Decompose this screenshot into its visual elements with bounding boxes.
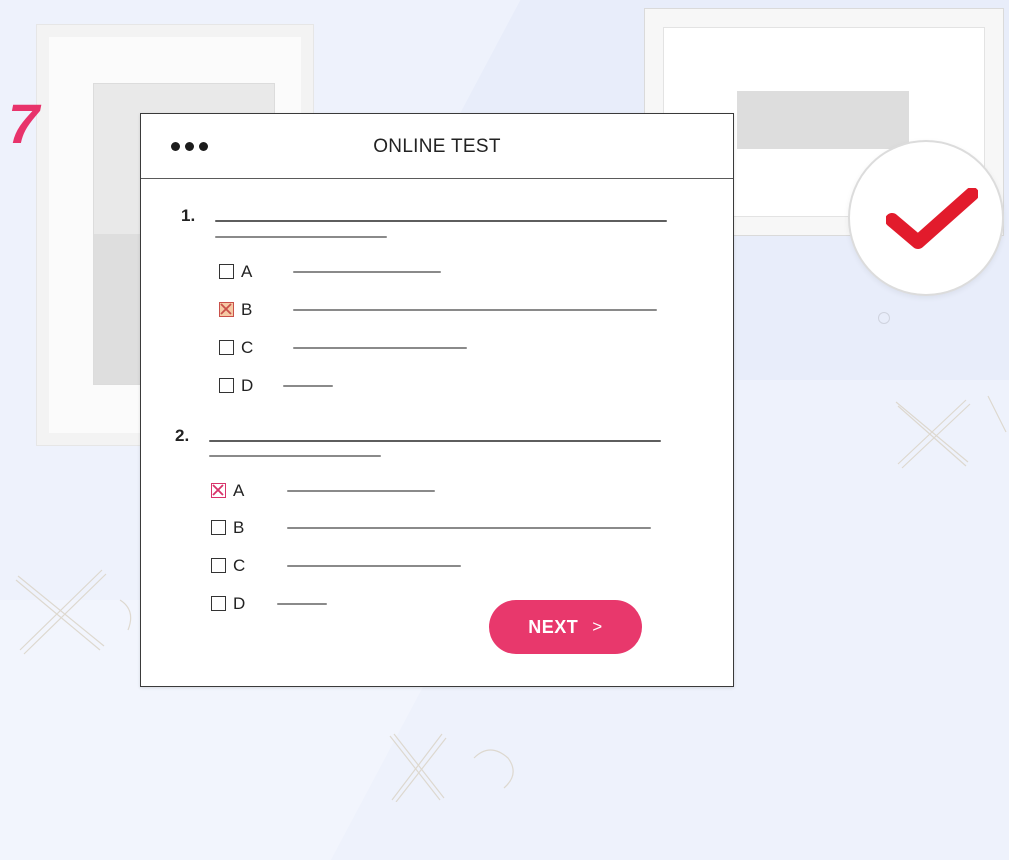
chevron-right-icon: >: [592, 617, 603, 636]
question-1-option-a[interactable]: A: [219, 262, 519, 284]
option-letter: D: [233, 594, 246, 613]
decorative-cross-bottom: [389, 733, 514, 802]
decorative-circle: [878, 312, 890, 324]
option-text-line: [293, 309, 657, 311]
option-letter: D: [241, 376, 254, 395]
option-letter: B: [241, 300, 253, 319]
option-checkbox[interactable]: [219, 340, 234, 355]
next-button[interactable]: NEXT >: [489, 600, 642, 654]
decorative-cross-right: [895, 395, 1007, 469]
option-letter: C: [241, 338, 254, 357]
option-checkbox-checked[interactable]: [211, 483, 226, 498]
online-test-window: ONLINE TEST 1. A B C D 2. A B C D NEXT >: [140, 113, 734, 687]
window-titlebar: ONLINE TEST: [141, 114, 733, 179]
option-text-line: [277, 603, 327, 605]
option-letter: C: [233, 556, 246, 575]
question-1-option-d[interactable]: D: [219, 376, 419, 398]
option-letter: A: [233, 481, 245, 500]
check-mark-icon: [220, 303, 232, 315]
question-text-line: [209, 455, 381, 457]
option-checkbox-checked[interactable]: [219, 302, 234, 317]
option-text-line: [283, 385, 333, 387]
question-2-option-c[interactable]: C: [211, 556, 511, 578]
question-text-line: [209, 440, 661, 442]
option-checkbox[interactable]: [211, 520, 226, 535]
option-text-line: [287, 527, 651, 529]
step-number: 7: [8, 92, 40, 155]
option-checkbox[interactable]: [219, 378, 234, 393]
question-1-option-b[interactable]: B: [219, 300, 669, 322]
next-button-label: NEXT: [528, 616, 579, 637]
option-text-line: [287, 490, 435, 492]
question-number: 1.: [181, 206, 196, 225]
question-1-option-c[interactable]: C: [219, 338, 519, 360]
check-bubble: [848, 140, 1004, 296]
option-letter: B: [233, 518, 245, 537]
question-text-line: [215, 220, 667, 222]
option-letter: A: [241, 262, 253, 281]
question-2-option-b[interactable]: B: [211, 518, 661, 540]
option-checkbox[interactable]: [219, 264, 234, 279]
check-mark-icon: [212, 484, 224, 496]
option-text-line: [287, 565, 461, 567]
option-text-line: [293, 347, 467, 349]
checkmark-icon: [886, 188, 978, 249]
picture-frame-art: [737, 91, 909, 149]
question-text-line: [215, 236, 387, 238]
option-text-line: [293, 271, 441, 273]
option-checkbox[interactable]: [211, 558, 226, 573]
window-title: ONLINE TEST: [373, 136, 501, 157]
option-checkbox[interactable]: [211, 596, 226, 611]
question-2-option-a[interactable]: A: [211, 481, 511, 503]
decorative-cross-left: [15, 569, 132, 655]
question-number: 2.: [175, 426, 190, 445]
question-2-option-d[interactable]: D: [211, 594, 411, 616]
